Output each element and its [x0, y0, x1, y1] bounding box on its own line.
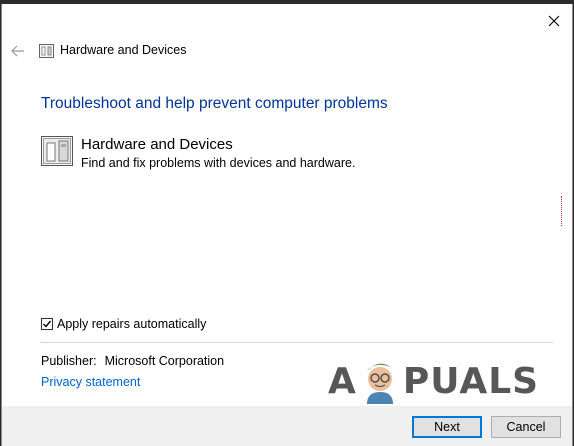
watermark-letters-puals: PUALS — [402, 360, 540, 402]
back-arrow-icon[interactable] — [10, 44, 26, 58]
next-button[interactable]: Next — [412, 416, 482, 438]
watermark-letter-a: A — [328, 360, 357, 402]
close-icon[interactable] — [546, 13, 562, 29]
troubleshooter-window: Hardware and Devices Troubleshoot and he… — [1, 4, 573, 446]
publisher-value: Microsoft Corporation — [104, 354, 225, 368]
troubleshooter-item-description: Find and fix problems with devices and h… — [81, 156, 356, 170]
hardware-devices-icon — [39, 44, 54, 58]
publisher-label: Publisher: — [41, 354, 97, 368]
hardware-devices-icon — [41, 136, 73, 166]
dialog-footer: Next Cancel — [2, 406, 572, 446]
page-heading: Troubleshoot and help prevent computer p… — [41, 95, 388, 112]
checkmark-icon — [43, 320, 52, 328]
cancel-button[interactable]: Cancel — [491, 416, 561, 438]
troubleshooter-item-title[interactable]: Hardware and Devices — [81, 136, 233, 153]
apply-repairs-label: Apply repairs automatically — [57, 317, 207, 331]
apply-repairs-checkbox[interactable] — [41, 318, 53, 330]
divider — [41, 342, 553, 343]
window-title: Hardware and Devices — [60, 43, 187, 57]
edge-artifact — [560, 196, 562, 226]
mascot-icon — [366, 363, 393, 404]
privacy-statement-link[interactable]: Privacy statement — [41, 375, 140, 389]
apply-repairs-checkbox-row[interactable]: Apply repairs automatically — [41, 317, 206, 331]
publisher-info: Publisher: Microsoft Corporation — [41, 354, 224, 368]
appuals-watermark-logo: A PUALS — [328, 356, 539, 406]
